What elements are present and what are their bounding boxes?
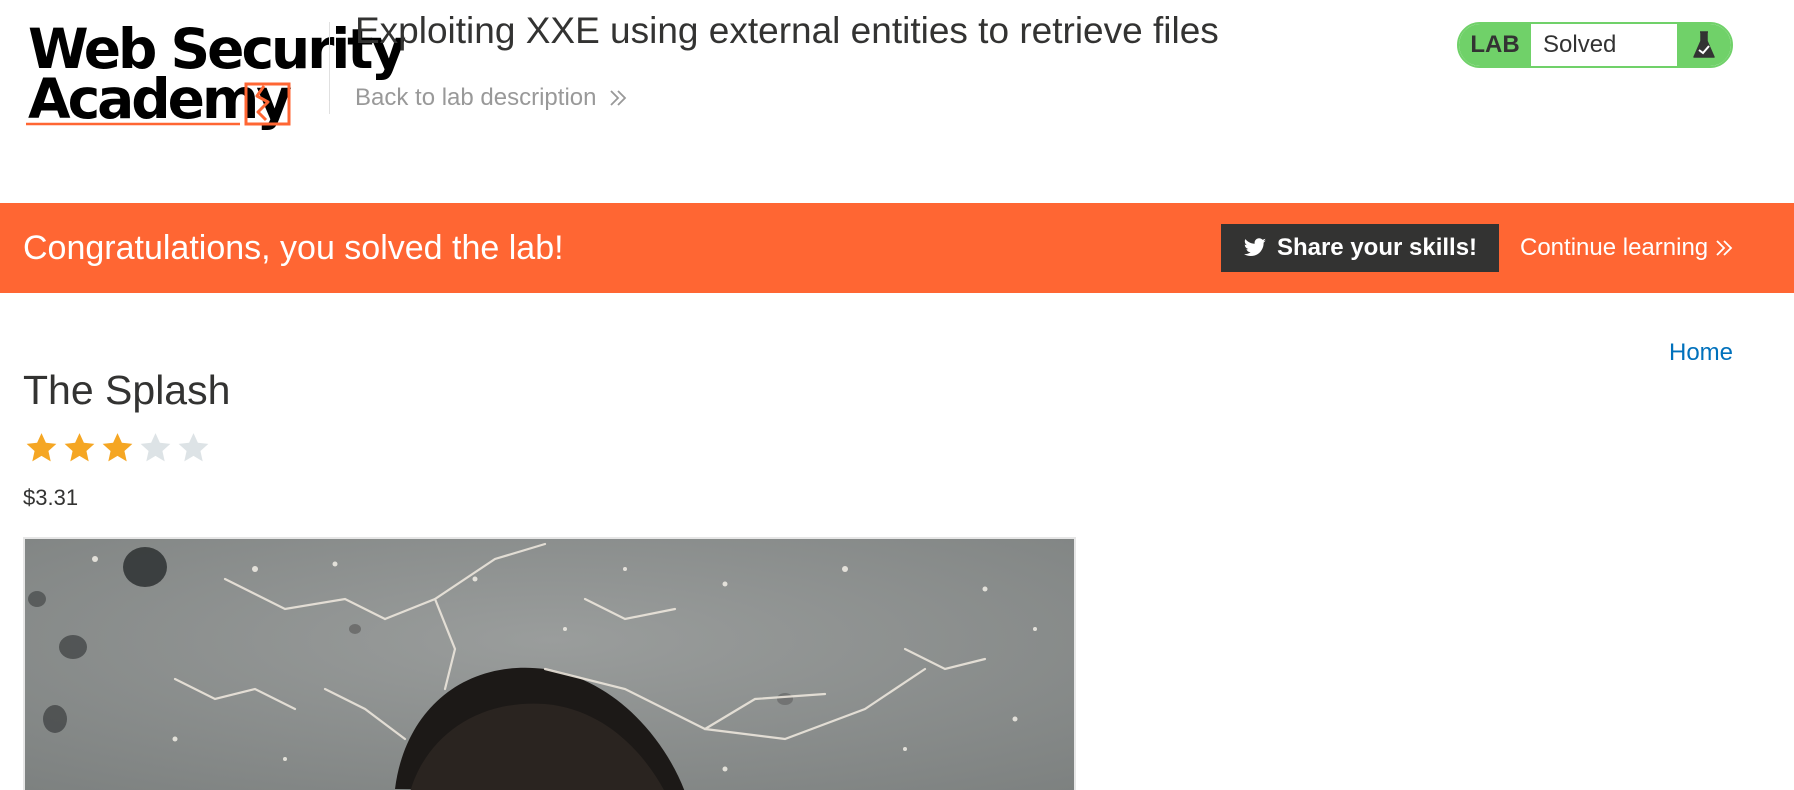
header-divider [329,22,330,114]
continue-learning-link[interactable]: Continue learning [1520,234,1734,262]
share-button-label: Share your skills! [1276,234,1478,261]
lab-header: Web Security Academy Exploiting XXE usin… [0,0,1794,203]
star-filled-icon [64,433,95,462]
star-empty-icon [140,433,171,462]
product-price: $3.31 [23,485,79,510]
double-chevron-right-icon [1716,240,1733,256]
lab-status-text: Solved [1543,31,1617,58]
star-filled-icon [26,433,57,462]
flask-check-icon [1677,24,1731,66]
web-security-academy-logo[interactable]: Web Security Academy [24,16,406,129]
solved-banner: Congratulations, you solved the lab! Sha… [0,203,1794,293]
star-empty-icon [178,433,209,462]
logo-underline-icon [26,82,291,126]
congratulations-message: Congratulations, you solved the lab! [23,229,564,267]
double-chevron-right-icon [610,90,627,106]
product-image [23,537,1076,790]
lab-status-badge: LAB Solved [1457,22,1733,68]
share-skills-button[interactable]: Share your skills! [1221,224,1499,272]
product-title: The Splash [23,367,231,413]
back-to-lab-description-link[interactable]: Back to lab description [355,84,628,112]
lab-label: LAB [1459,24,1531,66]
twitter-icon [1243,238,1266,256]
home-link[interactable]: Home [1669,339,1733,367]
product-photo [25,539,1074,790]
continue-learning-label: Continue learning [1520,234,1709,261]
product-rating [23,431,213,465]
back-link-label: Back to lab description [355,84,597,111]
lab-title: Exploiting XXE using external entities t… [355,10,1219,51]
star-filled-icon [102,433,133,462]
